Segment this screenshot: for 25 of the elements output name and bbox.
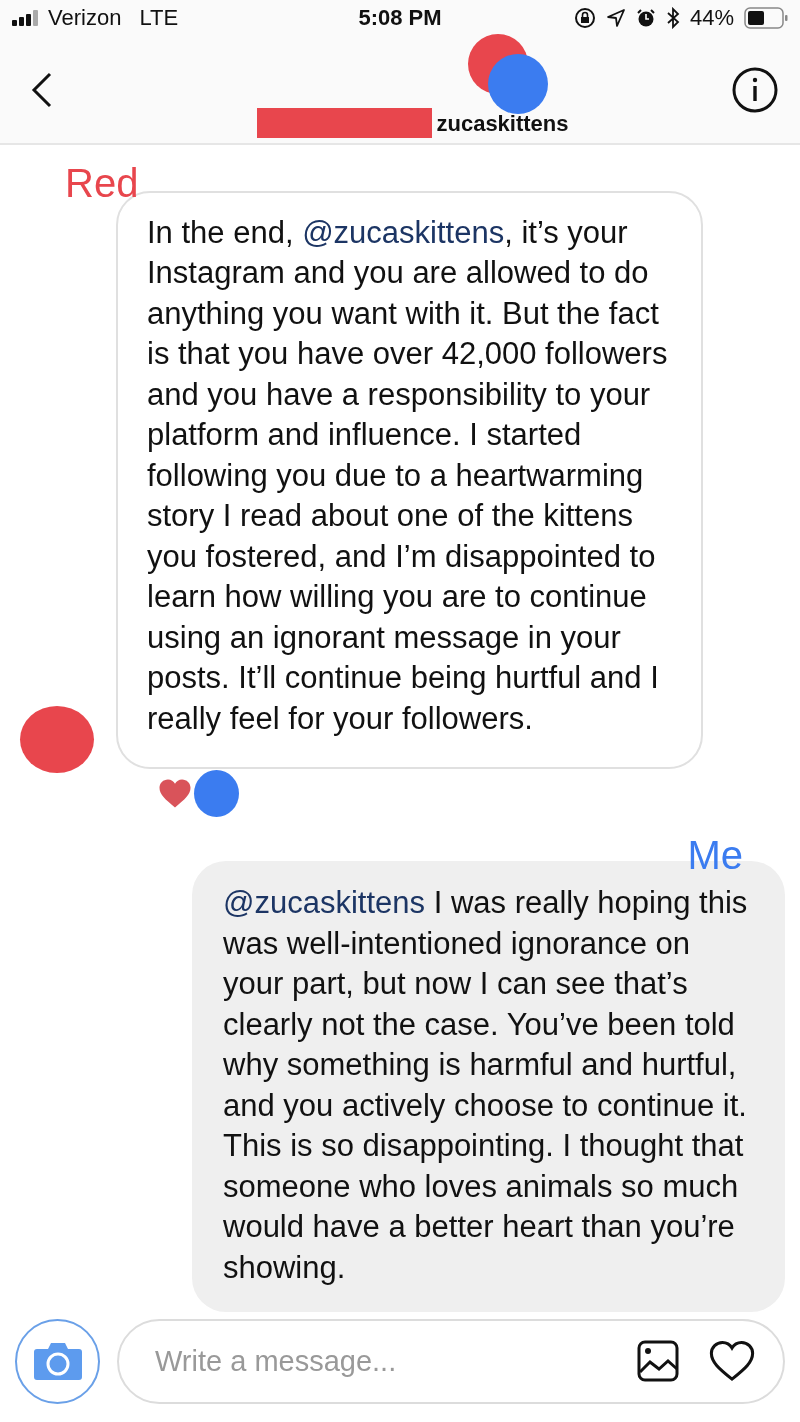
like-button[interactable]: [709, 1340, 755, 1383]
message-text: @zucaskittens I was really hoping this was well-intentioned ignorance on your part, but now I can see that’s clearly not the case. You’ve been told why something is harmful and hurtful, and you actively choose to continue it. This is so disappointing. I thought that someone who loves animals so much would have a better heart than you’re showing.: [223, 884, 749, 1287]
message-field[interactable]: Write a message...: [117, 1318, 785, 1404]
network-type: LTE: [139, 5, 179, 32]
battery-percent: 44%: [689, 5, 734, 32]
camera-icon: [32, 1341, 83, 1382]
rotation-lock-icon: [573, 7, 596, 30]
gallery-button[interactable]: [637, 1340, 679, 1383]
annotation-label: Red: [65, 162, 139, 203]
info-button[interactable]: [732, 66, 778, 113]
bluetooth-icon: [665, 7, 680, 30]
battery-icon: [744, 7, 788, 30]
message-input[interactable]: Write a message...: [153, 1343, 607, 1379]
username: zucaskittens: [435, 110, 569, 137]
mention-link[interactable]: @zucaskittens: [302, 214, 505, 250]
clock-time: 5:08 PM: [358, 5, 442, 32]
carrier-name: Verizon: [48, 5, 122, 32]
location-icon: [605, 8, 626, 29]
message-text: In the end, @zucaskittens, it’s your Instagram and you are allowed to do anything you want with it. But the fact is that you have over 42,000 followers and you have a responsibility to your platform and influence. I started following you due to a heartwarming story I read about one of the kittens you fostered, and I’m disappointed to learn how willing you are to continue using an ignorant message in your posts. It’ll continue being hurtful and I really feel for your followers.: [147, 213, 669, 738]
annotation-label: Me: [687, 835, 743, 876]
redaction-circle: [194, 769, 239, 817]
signal-icon: [12, 10, 38, 27]
alarm-icon: [635, 8, 656, 29]
mention-link[interactable]: @zucaskittens: [223, 885, 426, 921]
back-button[interactable]: [30, 71, 54, 108]
